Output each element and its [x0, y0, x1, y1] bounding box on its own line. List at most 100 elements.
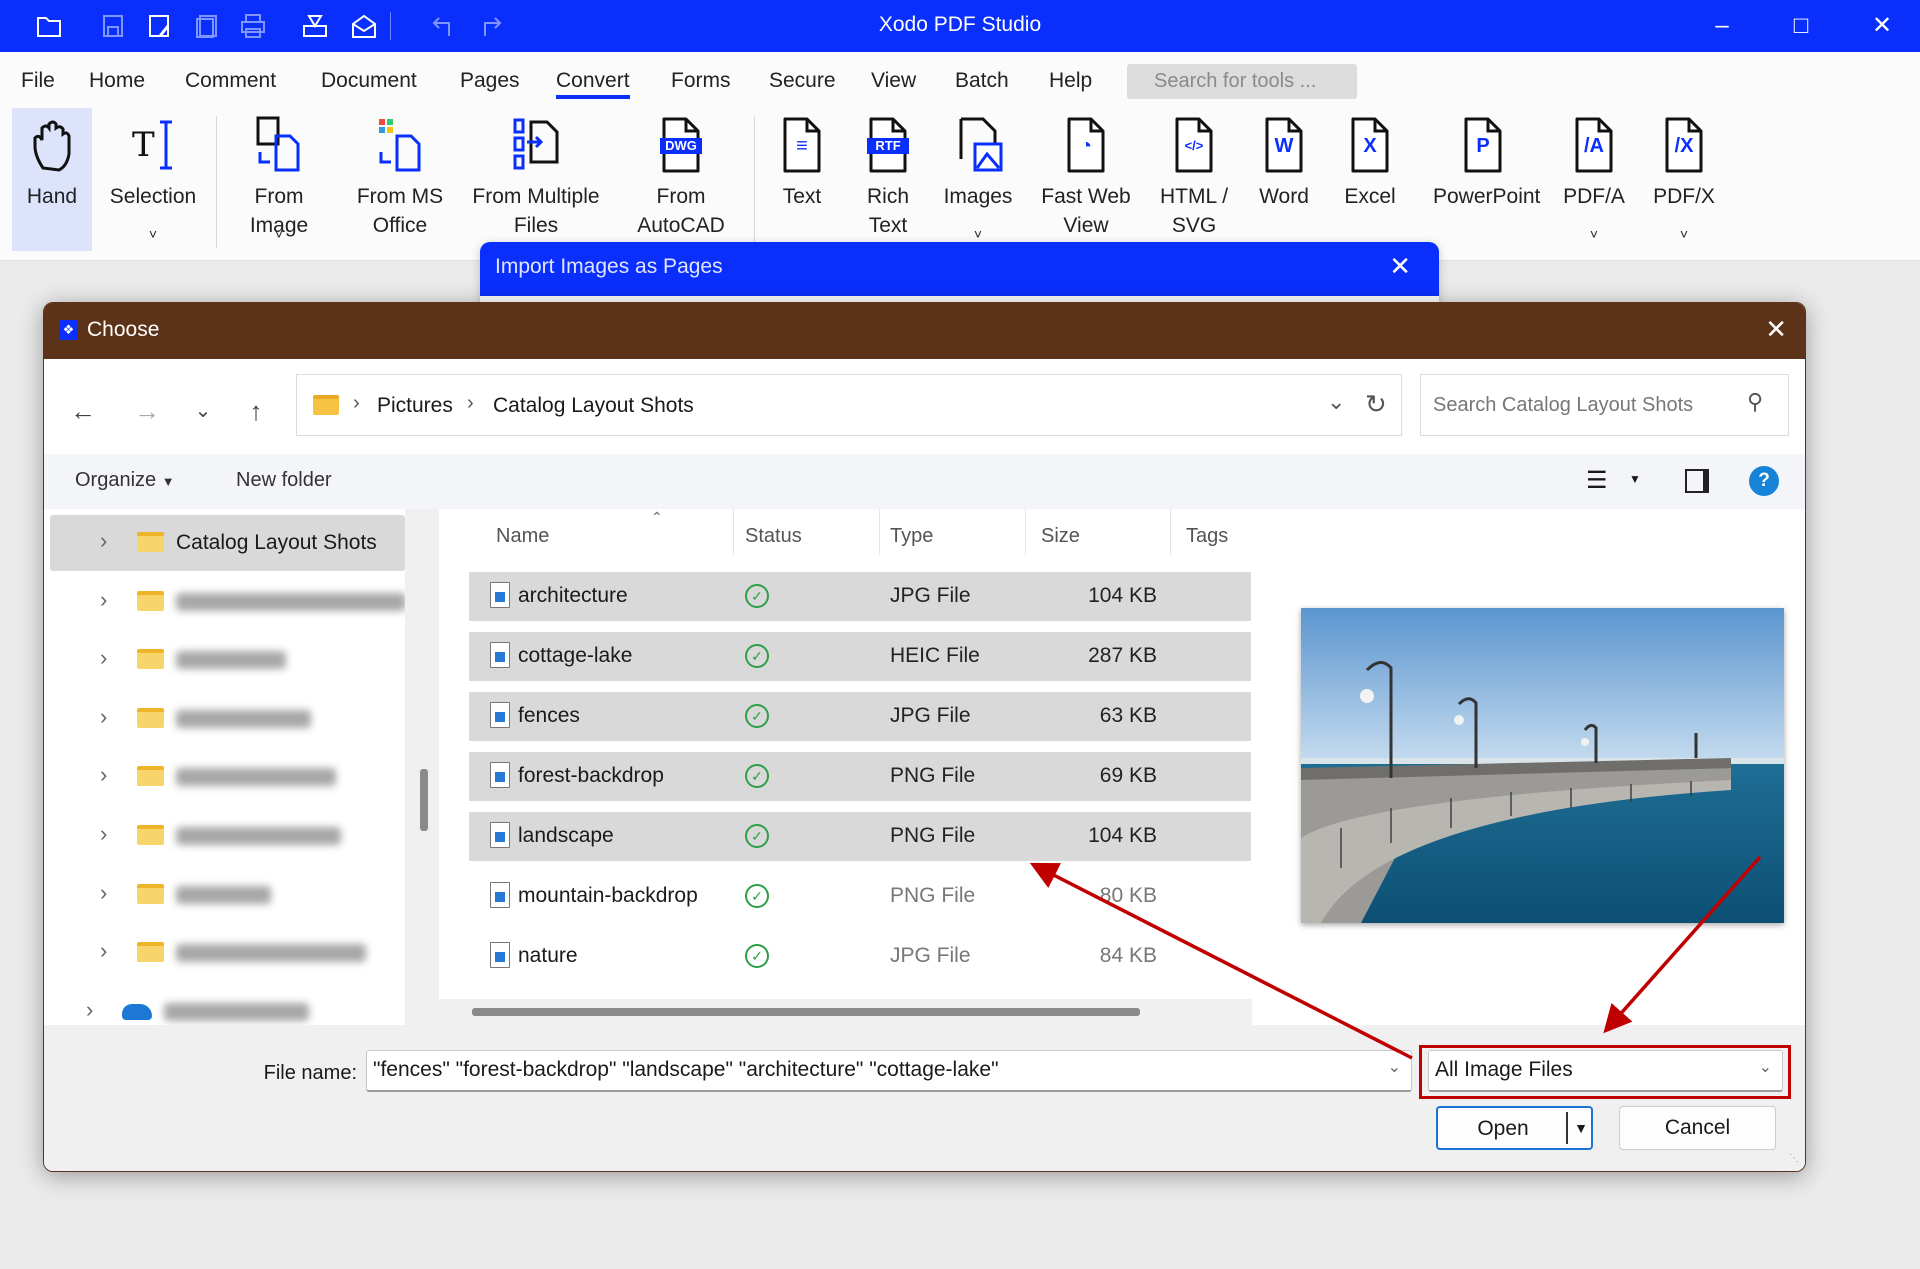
ribbon-pdfx-file-button[interactable]: /X PDF/X ˅: [1634, 108, 1734, 251]
column-header-size[interactable]: Size: [1041, 525, 1080, 548]
ribbon-hand-button[interactable]: Hand: [12, 108, 92, 251]
address-bar[interactable]: › Pictures › Catalog Layout Shots ⌄ ↻: [296, 374, 1402, 436]
new-folder-button[interactable]: New folder: [236, 469, 332, 492]
email-icon[interactable]: [349, 12, 379, 40]
column-divider[interactable]: [733, 509, 734, 555]
redo-icon[interactable]: [475, 12, 505, 40]
ribbon-text-file-button[interactable]: ≡ Text: [752, 108, 852, 251]
save-icon[interactable]: [98, 12, 128, 40]
ribbon-dwg-file-button[interactable]: DWG From AutoCAD: [611, 108, 751, 251]
ribbon-text-select-button[interactable]: T Selection ˅: [103, 108, 203, 251]
tree-item-folder[interactable]: ›: [50, 808, 405, 864]
ribbon-office-to-pdf-button[interactable]: From MS Office: [330, 108, 470, 251]
chevron-right-icon[interactable]: ›: [100, 821, 107, 847]
tool-search-input[interactable]: Search for tools ...: [1127, 64, 1357, 99]
chevron-right-icon[interactable]: ›: [86, 997, 93, 1023]
view-options-caret-icon[interactable]: ▼: [1629, 472, 1641, 486]
tree-item-selected-folder[interactable]: › Catalog Layout Shots: [50, 515, 405, 571]
save-as-icon[interactable]: [144, 12, 174, 40]
tree-item-folder[interactable]: ›: [50, 925, 405, 981]
folder-search-input[interactable]: Search Catalog Layout Shots ⚲: [1420, 374, 1789, 436]
menu-comment[interactable]: Comment: [185, 69, 276, 93]
ribbon-rtf-file-button[interactable]: RTF Rich Text: [838, 108, 938, 251]
open-options-caret-icon[interactable]: ▼: [1570, 1108, 1592, 1149]
chevron-right-icon[interactable]: ›: [100, 645, 107, 671]
ribbon-fast-web-view-button[interactable]: ◔ Fast Web View: [1016, 108, 1156, 251]
column-header-type[interactable]: Type: [890, 525, 933, 548]
chevron-down-icon[interactable]: ⌄: [1388, 1057, 1401, 1077]
file-row[interactable]: landscape ✓ PNG File 104 KB: [469, 812, 1251, 861]
maximize-button[interactable]: □: [1781, 8, 1821, 44]
file-row[interactable]: nature ✓ JPG File 84 KB: [469, 932, 1251, 981]
menu-convert[interactable]: Convert: [556, 69, 630, 99]
menu-batch[interactable]: Batch: [955, 69, 1009, 93]
refresh-icon[interactable]: ↻: [1365, 389, 1387, 420]
help-icon[interactable]: ?: [1749, 466, 1779, 496]
ribbon-html-file-button[interactable]: </> HTML / SVG: [1144, 108, 1244, 251]
file-row[interactable]: forest-backdrop ✓ PNG File 69 KB: [469, 752, 1251, 801]
file-row[interactable]: mountain-backdrop ✓ PNG File 80 KB: [469, 872, 1251, 921]
menu-pages[interactable]: Pages: [460, 69, 520, 93]
cancel-button[interactable]: Cancel: [1619, 1106, 1776, 1150]
file-row[interactable]: cottage-lake ✓ HEIC File 287 KB: [469, 632, 1251, 681]
view-list-icon[interactable]: ☰: [1586, 466, 1608, 495]
pane-splitter[interactable]: [405, 509, 439, 1025]
menu-secure[interactable]: Secure: [769, 69, 836, 93]
up-button[interactable]: ↑: [236, 391, 276, 431]
address-dropdown-icon[interactable]: ⌄: [1327, 389, 1345, 415]
menu-home[interactable]: Home: [89, 69, 145, 93]
close-dialog-button[interactable]: ✕: [1765, 314, 1787, 345]
ribbon-multiple-files-button[interactable]: From Multiple Files: [466, 108, 606, 251]
chevron-right-icon[interactable]: ›: [100, 704, 107, 730]
chevron-right-icon[interactable]: ›: [100, 762, 107, 788]
file-row[interactable]: fences ✓ JPG File 63 KB: [469, 692, 1251, 741]
undo-icon[interactable]: [429, 12, 459, 40]
column-divider[interactable]: [1025, 509, 1026, 555]
resize-grip-icon[interactable]: ⋱: [1789, 1153, 1799, 1164]
breadcrumb-current-folder[interactable]: Catalog Layout Shots: [493, 394, 694, 418]
forward-button[interactable]: →: [127, 391, 167, 431]
chevron-right-icon[interactable]: ›: [100, 528, 107, 554]
open-folder-icon[interactable]: [34, 12, 64, 40]
chevron-right-icon[interactable]: ›: [100, 938, 107, 964]
save-all-icon[interactable]: [192, 12, 222, 40]
ribbon-excel-file-button[interactable]: X Excel: [1320, 108, 1420, 251]
recent-locations-button[interactable]: ⌄: [183, 391, 223, 431]
ribbon-word-file-button[interactable]: W Word: [1234, 108, 1334, 251]
ribbon-pdfa-file-button[interactable]: /A PDF/A ˅: [1544, 108, 1644, 251]
column-divider[interactable]: [1170, 509, 1171, 555]
scrollbar-thumb[interactable]: [472, 1008, 1140, 1016]
column-header-tags[interactable]: Tags: [1186, 525, 1228, 548]
chevron-right-icon[interactable]: ›: [100, 587, 107, 613]
search-icon[interactable]: ⚲: [1747, 389, 1763, 415]
minimize-button[interactable]: –: [1702, 8, 1742, 44]
menu-forms[interactable]: Forms: [671, 69, 731, 93]
print-icon[interactable]: [238, 12, 268, 40]
horizontal-scrollbar[interactable]: [439, 999, 1252, 1025]
close-icon[interactable]: ✕: [1389, 251, 1411, 282]
ribbon-image-to-pdf-button[interactable]: From Image ˅: [229, 108, 329, 251]
file-name-input[interactable]: "fences" "forest-backdrop" "landscape" "…: [366, 1050, 1412, 1092]
chevron-right-icon[interactable]: ›: [100, 880, 107, 906]
open-button[interactable]: Open ▼: [1436, 1106, 1593, 1150]
ribbon-powerpoint-file-button[interactable]: P PowerPoint: [1433, 108, 1540, 251]
menu-help[interactable]: Help: [1049, 69, 1092, 93]
tree-item-folder[interactable]: ›: [50, 574, 406, 630]
scan-icon[interactable]: [300, 12, 330, 40]
ribbon-images-file-button[interactable]: Images ˅: [928, 108, 1028, 251]
tree-item-folder[interactable]: ›: [50, 867, 405, 923]
tree-item-folder[interactable]: ›: [50, 749, 405, 805]
column-header-status[interactable]: Status: [745, 525, 802, 548]
menu-document[interactable]: Document: [321, 69, 417, 93]
preview-pane-icon[interactable]: [1685, 469, 1709, 493]
column-divider[interactable]: [879, 509, 880, 555]
menu-file[interactable]: File: [21, 69, 55, 93]
tree-item-folder[interactable]: ›: [50, 691, 405, 747]
menu-view[interactable]: View: [871, 69, 916, 93]
breadcrumb-pictures[interactable]: Pictures: [377, 394, 453, 418]
column-header-name[interactable]: Name: [496, 525, 549, 548]
file-row[interactable]: architecture ✓ JPG File 104 KB: [469, 572, 1251, 621]
organize-button[interactable]: Organize ▼: [75, 469, 175, 492]
file-type-select[interactable]: All Image Files ⌄: [1428, 1050, 1783, 1092]
back-button[interactable]: ←: [63, 391, 103, 431]
